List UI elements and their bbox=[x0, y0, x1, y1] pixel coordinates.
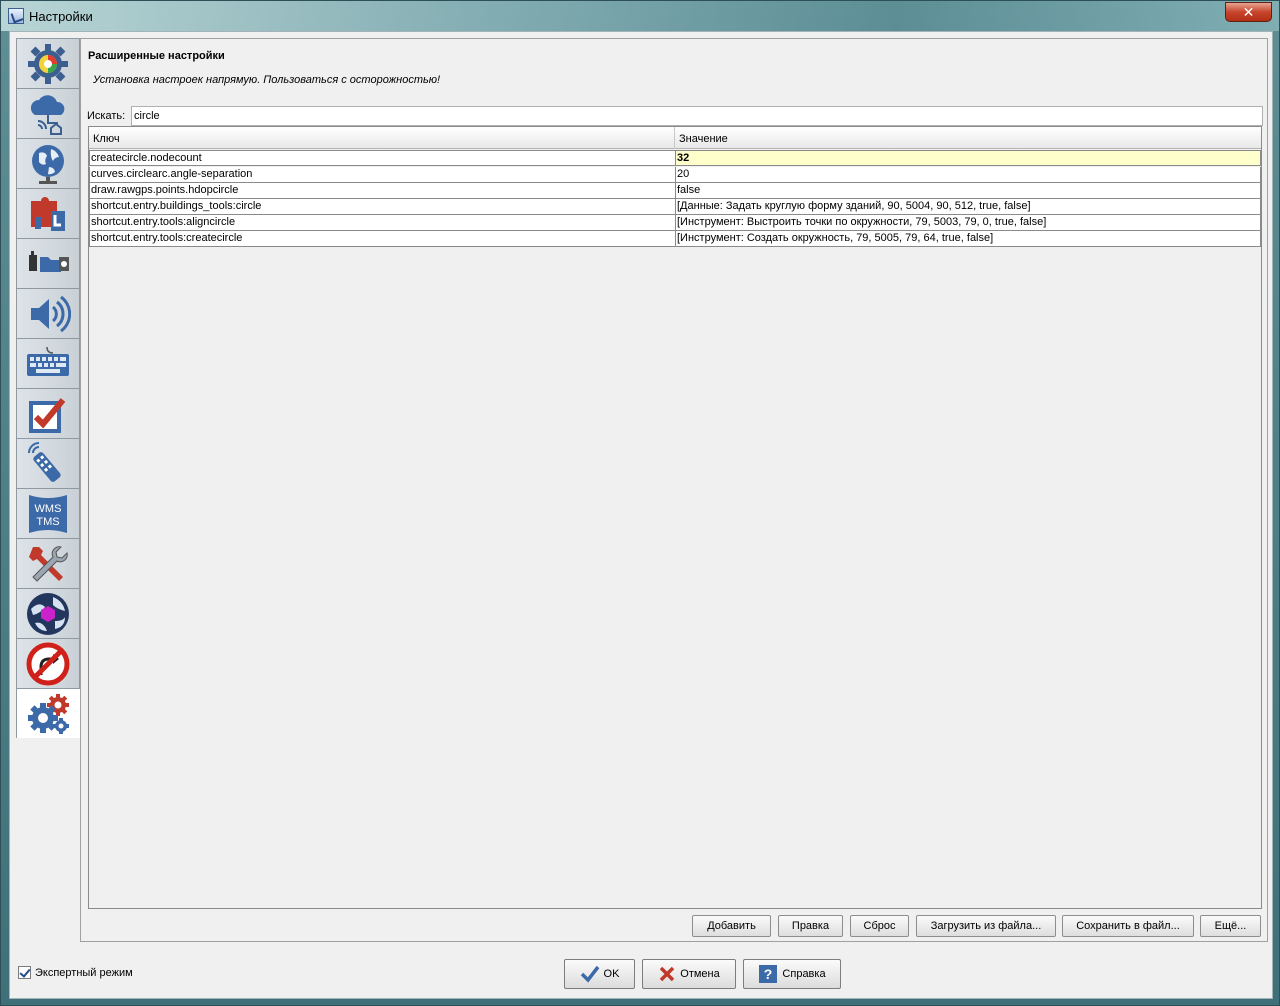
tab-shortcuts[interactable] bbox=[16, 238, 80, 288]
ok-button[interactable]: OK bbox=[564, 959, 635, 989]
row-key[interactable]: draw.rawgps.points.hdopcircle bbox=[89, 183, 676, 199]
app-icon bbox=[8, 8, 24, 24]
tab-imagery[interactable]: WMS TMS bbox=[16, 488, 80, 538]
tab-plugins[interactable] bbox=[16, 188, 80, 238]
save-to-file-button[interactable]: Сохранить в файл... bbox=[1062, 915, 1194, 937]
warning-text: Установка настроек напрямую. Пользоватьс… bbox=[93, 74, 441, 86]
title-bar[interactable]: Настройки ✕ bbox=[1, 1, 1279, 31]
file-shortcuts-icon bbox=[29, 250, 69, 272]
display-settings-icon bbox=[28, 43, 68, 84]
edit-button[interactable]: Правка bbox=[778, 915, 843, 937]
more-button[interactable]: Ещё... bbox=[1200, 915, 1261, 937]
tms-label: TMS bbox=[36, 516, 59, 528]
add-button[interactable]: Добавить bbox=[692, 915, 771, 937]
audio-speaker-icon bbox=[31, 295, 71, 332]
row-key[interactable]: shortcut.entry.tools:aligncircle bbox=[89, 215, 676, 231]
expert-mode-label: Экспертный режим bbox=[35, 966, 133, 979]
cancel-x-icon bbox=[660, 966, 675, 982]
remote-control-icon bbox=[28, 441, 61, 482]
row-key[interactable]: createcircle.nodecount bbox=[89, 150, 676, 166]
tab-turn-restrictions[interactable] bbox=[16, 638, 80, 688]
load-from-file-button[interactable]: Загрузить из файла... bbox=[916, 915, 1056, 937]
tab-validator[interactable] bbox=[16, 388, 80, 438]
expert-mode-checkbox[interactable] bbox=[18, 966, 31, 979]
no-turn-restriction-icon bbox=[26, 642, 70, 685]
svg-text:?: ? bbox=[764, 966, 773, 982]
validator-checkbox-icon bbox=[29, 397, 66, 433]
map-paint-styles-icon bbox=[27, 592, 69, 635]
advanced-gears-icon bbox=[28, 693, 69, 734]
tab-projection[interactable] bbox=[16, 138, 80, 188]
preferences-window: Настройки ✕ WMS TMS Расширенные настройк… bbox=[0, 0, 1280, 1006]
checkmark-icon bbox=[580, 965, 599, 983]
row-value[interactable]: [Инструмент: Выстроить точки по окружнос… bbox=[675, 215, 1261, 231]
dialog-content: WMS TMS Расширенные настройки Установка … bbox=[9, 31, 1273, 999]
preferences-table[interactable]: Ключ Значение createcircle.nodecount 32 … bbox=[88, 126, 1262, 909]
tab-map-paint-styles[interactable] bbox=[16, 588, 80, 638]
tab-connection[interactable] bbox=[16, 88, 80, 138]
table-row[interactable]: draw.rawgps.points.hdopcircle false bbox=[89, 183, 1261, 199]
window-title: Настройки bbox=[29, 9, 93, 24]
column-header-value[interactable]: Значение bbox=[675, 127, 1261, 149]
expert-mode-toggle[interactable]: Экспертный режим bbox=[18, 966, 133, 979]
tools-wrench-icon bbox=[29, 545, 68, 582]
tab-tools[interactable] bbox=[16, 538, 80, 588]
cancel-label: Отмена bbox=[680, 968, 720, 980]
wms-label: WMS bbox=[35, 503, 62, 515]
wms-tms-icon: WMS TMS bbox=[29, 494, 67, 533]
tab-display-settings[interactable] bbox=[16, 38, 80, 88]
page-title: Расширенные настройки bbox=[88, 50, 225, 62]
row-key[interactable]: curves.circlearc.angle-separation bbox=[89, 167, 676, 183]
help-label: Справка bbox=[782, 968, 826, 980]
tab-remote-control[interactable] bbox=[16, 438, 80, 488]
reset-button[interactable]: Сброс bbox=[850, 915, 909, 937]
preferences-sidebar: WMS TMS bbox=[16, 38, 81, 748]
cancel-button[interactable]: Отмена bbox=[642, 959, 736, 989]
globe-projection-icon bbox=[32, 144, 64, 184]
cloud-connection-icon bbox=[30, 94, 65, 135]
tab-keyboard[interactable] bbox=[16, 338, 80, 388]
search-label: Искать: bbox=[87, 110, 126, 122]
ok-label: OK bbox=[603, 968, 620, 980]
column-header-key[interactable]: Ключ bbox=[89, 127, 675, 149]
row-value[interactable]: 32 bbox=[675, 150, 1261, 166]
row-key[interactable]: shortcut.entry.tools:createcircle bbox=[89, 231, 676, 247]
help-button[interactable]: ? Справка bbox=[743, 959, 841, 989]
table-row[interactable]: shortcut.entry.tools:createcircle [Инстр… bbox=[89, 231, 1261, 247]
row-key[interactable]: shortcut.entry.buildings_tools:circle bbox=[89, 199, 676, 215]
table-row[interactable]: shortcut.entry.tools:aligncircle [Инстру… bbox=[89, 215, 1261, 231]
keyboard-icon bbox=[27, 346, 69, 376]
table-row[interactable]: createcircle.nodecount 32 bbox=[89, 150, 1261, 166]
table-row[interactable]: curves.circlearc.angle-separation 20 bbox=[89, 167, 1261, 183]
row-value[interactable]: [Инструмент: Создать окружность, 79, 500… bbox=[675, 231, 1261, 247]
close-button[interactable]: ✕ bbox=[1225, 2, 1272, 22]
table-header: Ключ Значение bbox=[89, 127, 1261, 149]
tab-audio[interactable] bbox=[16, 288, 80, 338]
row-value[interactable]: [Данные: Задать круглую форму зданий, 90… bbox=[675, 199, 1261, 215]
search-input[interactable] bbox=[131, 106, 1263, 126]
plugin-puzzle-icon bbox=[31, 196, 65, 231]
row-value[interactable]: 20 bbox=[675, 167, 1261, 183]
tab-advanced-preferences[interactable] bbox=[16, 688, 81, 738]
help-question-icon: ? bbox=[759, 965, 778, 983]
table-row[interactable]: shortcut.entry.buildings_tools:circle [Д… bbox=[89, 199, 1261, 215]
row-value[interactable]: false bbox=[675, 183, 1261, 199]
advanced-preferences-panel: Расширенные настройки Установка настроек… bbox=[80, 38, 1268, 942]
